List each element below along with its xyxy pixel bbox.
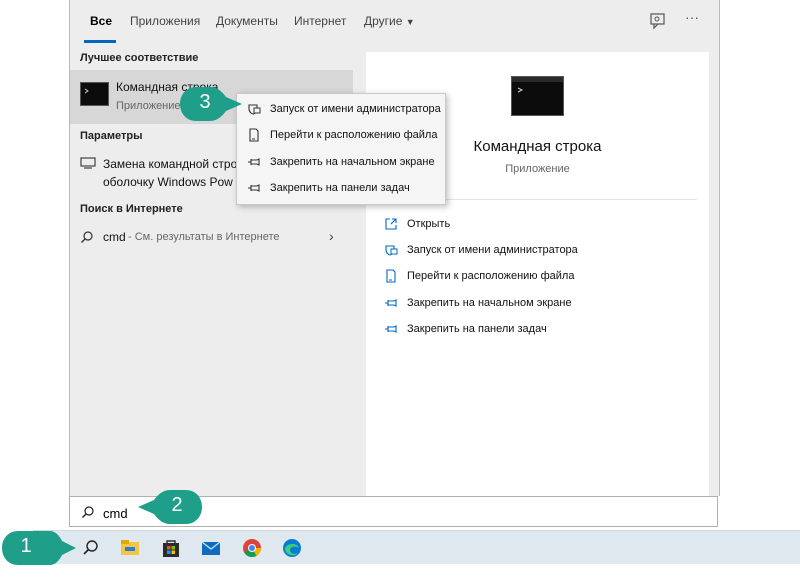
mail-icon[interactable] bbox=[200, 537, 222, 559]
web-search-query: cmd bbox=[103, 230, 126, 244]
file-icon bbox=[249, 128, 259, 142]
active-tab-indicator bbox=[84, 40, 116, 43]
edge-icon[interactable] bbox=[281, 537, 303, 559]
web-search-heading: Поиск в Интернете bbox=[80, 203, 183, 215]
chrome-icon[interactable] bbox=[241, 537, 263, 559]
setting-item-line2: оболочку Windows Pow bbox=[103, 175, 233, 189]
step-number-2: 2 bbox=[171, 494, 183, 516]
menu-item-pin-to-start-label: Закрепить на начальном экране bbox=[270, 156, 435, 168]
search-icon bbox=[81, 231, 93, 243]
action-pin-to-taskbar-label: Закрепить на панели задач bbox=[407, 323, 547, 335]
action-open-label: Открыть bbox=[407, 218, 451, 230]
action-open-file-location-label: Перейти к расположению файла bbox=[407, 270, 575, 282]
tab-internet[interactable]: Интернет bbox=[294, 14, 346, 28]
feedback-icon[interactable] bbox=[649, 12, 667, 30]
file-icon bbox=[386, 269, 396, 283]
web-search-suffix: - См. результаты в Интернете bbox=[128, 231, 280, 243]
web-search-item[interactable]: cmd - См. результаты в Интернете › bbox=[70, 226, 353, 250]
menu-item-run-as-admin[interactable]: Запуск от имени администратора bbox=[237, 96, 445, 122]
setting-item-line1: Замена командной стро bbox=[103, 157, 238, 171]
search-value: cmd bbox=[103, 506, 128, 521]
search-icon bbox=[82, 506, 94, 518]
search-icon[interactable] bbox=[79, 537, 101, 559]
tab-apps[interactable]: Приложения bbox=[130, 14, 200, 28]
taskbar bbox=[33, 530, 800, 564]
action-run-as-admin-label: Запуск от имени администратора bbox=[407, 244, 578, 256]
shield-icon bbox=[385, 245, 398, 256]
action-run-as-admin[interactable]: Запуск от имени администратора bbox=[384, 240, 578, 260]
command-prompt-icon bbox=[80, 82, 109, 106]
step-callout-1: 1 bbox=[0, 529, 78, 567]
step-number-1: 1 bbox=[20, 535, 32, 557]
action-pin-to-taskbar[interactable]: Закрепить на панели задач bbox=[384, 319, 547, 339]
tab-more[interactable]: Другие ▼ bbox=[364, 14, 415, 28]
action-pin-to-start[interactable]: Закрепить на начальном экране bbox=[384, 293, 572, 313]
action-pin-to-start-label: Закрепить на начальном экране bbox=[407, 297, 572, 309]
step-callout-2: 2 bbox=[136, 488, 204, 526]
best-match-heading: Лучшее соответствие bbox=[80, 52, 199, 64]
open-icon bbox=[385, 218, 397, 230]
store-icon[interactable] bbox=[160, 537, 182, 559]
pin-icon bbox=[385, 299, 397, 307]
step-callout-3: 3 bbox=[178, 85, 244, 123]
pin-icon bbox=[248, 158, 260, 166]
step-number-3: 3 bbox=[199, 91, 211, 113]
menu-item-open-file-location[interactable]: Перейти к расположению файла bbox=[237, 122, 445, 148]
menu-item-pin-to-taskbar[interactable]: Закрепить на панели задач bbox=[237, 175, 445, 201]
chevron-down-icon: ▼ bbox=[405, 17, 415, 27]
action-open-file-location[interactable]: Перейти к расположению файла bbox=[384, 266, 574, 286]
menu-item-run-as-admin-label: Запуск от имени администратора bbox=[270, 103, 441, 115]
search-window: Все Приложения Документы Интернет Другие… bbox=[69, 0, 720, 496]
context-menu: Запуск от имени администратора Перейти к… bbox=[236, 93, 446, 205]
tab-more-label: Другие bbox=[364, 14, 403, 28]
menu-item-pin-to-start[interactable]: Закрепить на начальном экране bbox=[237, 149, 445, 175]
pin-icon bbox=[248, 184, 260, 192]
shield-icon bbox=[248, 104, 261, 115]
file-explorer-icon[interactable] bbox=[119, 537, 141, 559]
command-prompt-large-icon bbox=[511, 76, 564, 116]
pin-icon bbox=[385, 325, 397, 333]
tab-bar: Все Приложения Документы Интернет Другие… bbox=[70, 0, 719, 44]
action-open[interactable]: Открыть bbox=[384, 214, 450, 234]
menu-item-pin-to-taskbar-label: Закрепить на панели задач bbox=[270, 182, 410, 194]
menu-item-open-file-location-label: Перейти к расположению файла bbox=[270, 129, 438, 141]
tab-documents[interactable]: Документы bbox=[216, 14, 278, 28]
more-options-icon[interactable]: ··· bbox=[683, 9, 701, 27]
settings-heading: Параметры bbox=[80, 130, 143, 142]
display-settings-icon bbox=[80, 157, 96, 169]
best-match-subtitle: Приложение bbox=[116, 100, 181, 112]
tab-all[interactable]: Все bbox=[90, 14, 112, 28]
chevron-right-icon: › bbox=[329, 228, 334, 244]
